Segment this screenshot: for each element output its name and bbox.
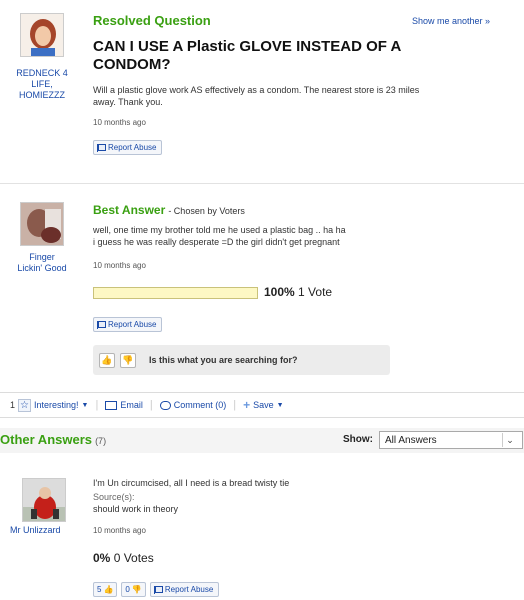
save-label: Save	[253, 400, 274, 410]
chevron-down-icon: ▼	[81, 401, 89, 409]
section-divider	[0, 183, 524, 184]
question-body: Will a plastic glove work AS effectively…	[93, 84, 513, 108]
other-answers-title: Other Answers (7)	[0, 432, 106, 447]
vote-summary: 100% 1 Vote	[264, 285, 332, 299]
best-answerer-name-line[interactable]: Lickin' Good	[6, 263, 78, 274]
show-another-link[interactable]: Show me another »	[412, 16, 490, 26]
sources-label: Source(s):	[93, 492, 135, 502]
save-button[interactable]: + Save ▼	[243, 398, 283, 412]
question-title-line: CONDOM?	[93, 56, 171, 73]
toolbar-separator: |	[233, 399, 237, 411]
other-answer-actions: 5 👍 0 👎 Report Abuse	[93, 582, 220, 597]
vote-count: 0 Votes	[113, 551, 154, 565]
star-icon: ☆	[18, 398, 32, 412]
question-title-line: CAN I USE A Plastic GLOVE INSTEAD OF A	[93, 38, 402, 55]
thumbs-down-icon: 👎	[131, 585, 142, 594]
interesting-button[interactable]: 1 ☆ Interesting! ▼	[10, 398, 89, 412]
best-answerer-avatar[interactable]	[20, 202, 64, 246]
other-answerer-avatar[interactable]	[22, 478, 66, 522]
other-answer-body: I'm Un circumcised, all I need is a brea…	[93, 478, 290, 488]
email-icon	[105, 400, 118, 410]
vote-percent: 100%	[264, 285, 295, 299]
best-answer-heading: Best Answer - Chosen by Voters	[93, 203, 245, 217]
report-abuse-label: Report Abuse	[164, 585, 214, 594]
email-button[interactable]: Email	[105, 400, 143, 410]
show-filter-value: All Answers	[385, 434, 437, 446]
interesting-count: 1	[10, 400, 16, 410]
other-answers-heading: Other Answers	[0, 432, 92, 447]
chevron-down-icon: ⌄	[502, 433, 517, 447]
flag-icon	[97, 143, 106, 152]
chevron-down-icon: ▼	[276, 401, 284, 409]
show-filter-select[interactable]: All Answers ⌄	[379, 431, 523, 449]
plus-icon: +	[243, 398, 251, 412]
other-answer-timestamp: 10 months ago	[93, 526, 146, 535]
thumbs-up-icon[interactable]: 👍	[99, 352, 115, 368]
sources-text: should work in theory	[93, 504, 179, 514]
toolbar-separator: |	[149, 399, 153, 411]
best-answer-body-line: i guess he was really desperate =D the g…	[93, 237, 340, 247]
asker-name-line[interactable]: HOMIEZZZ	[6, 90, 78, 101]
thumbs-down-count: 0	[125, 585, 130, 594]
asker-name-line[interactable]: LIFE,	[6, 79, 78, 90]
best-answer-timestamp: 10 months ago	[93, 261, 146, 270]
flag-icon	[153, 585, 163, 594]
best-answerer-name[interactable]: Finger Lickin' Good	[6, 252, 78, 274]
other-answer-report-abuse-button[interactable]: Report Abuse	[149, 582, 220, 597]
thumbs-up-count: 5	[97, 585, 102, 594]
best-answer-report-abuse-button[interactable]: Report Abuse	[93, 317, 163, 332]
best-answerer-name-line[interactable]: Finger	[6, 252, 78, 263]
comment-button[interactable]: Comment (0)	[159, 400, 227, 410]
answer-toolbar: 1 ☆ Interesting! ▼ | Email | Comment (0)…	[10, 397, 284, 413]
question-title: CAN I USE A Plastic GLOVE INSTEAD OF A C…	[93, 38, 401, 74]
toolbar-top-border	[0, 392, 524, 393]
thumbs-up-button[interactable]: 5 👍	[93, 582, 118, 597]
chosen-by-label: - Chosen by Voters	[168, 206, 245, 216]
vote-bar	[93, 287, 258, 299]
thumbs-down-button[interactable]: 0 👎	[121, 582, 146, 597]
search-prompt-text: Is this what you are searching for?	[149, 355, 298, 365]
question-timestamp: 10 months ago	[93, 118, 146, 127]
question-report-abuse-button[interactable]: Report Abuse	[93, 140, 163, 155]
best-answer-body-line: well, one time my brother told me he use…	[93, 225, 346, 235]
other-answerer-name[interactable]: Mr Unlizzard	[10, 525, 61, 535]
question-body-line: Will a plastic glove work AS effectively…	[93, 85, 420, 95]
question-status: Resolved Question	[93, 13, 211, 28]
show-label: Show:	[343, 434, 373, 445]
search-feedback-box: 👍 👎 Is this what you are searching for?	[93, 345, 390, 375]
report-abuse-label: Report Abuse	[108, 320, 157, 329]
question-body-line: away. Thank you.	[93, 97, 163, 107]
asker-avatar[interactable]	[20, 13, 64, 57]
flag-icon	[97, 320, 106, 329]
email-label: Email	[120, 400, 143, 410]
comment-label: Comment (0)	[173, 400, 227, 410]
toolbar-separator: |	[95, 399, 99, 411]
vote-bar-fill	[94, 288, 257, 298]
vote-percent: 0%	[93, 551, 111, 565]
other-answers-count: (7)	[95, 436, 107, 446]
thumbs-up-icon: 👍	[103, 585, 114, 594]
report-abuse-label: Report Abuse	[108, 143, 157, 152]
other-vote-summary: 0% 0 Votes	[93, 551, 154, 565]
best-answer-title: Best Answer	[93, 203, 166, 217]
best-answer-body: well, one time my brother told me he use…	[93, 224, 346, 248]
asker-name-line[interactable]: REDNECK 4	[6, 68, 78, 79]
toolbar-bottom-border	[0, 417, 524, 418]
asker-name[interactable]: REDNECK 4 LIFE, HOMIEZZZ	[6, 68, 78, 101]
comment-icon	[159, 400, 171, 410]
thumbs-down-icon[interactable]: 👎	[120, 352, 136, 368]
interesting-label: Interesting!	[34, 400, 79, 410]
vote-count: 1 Vote	[298, 285, 333, 299]
